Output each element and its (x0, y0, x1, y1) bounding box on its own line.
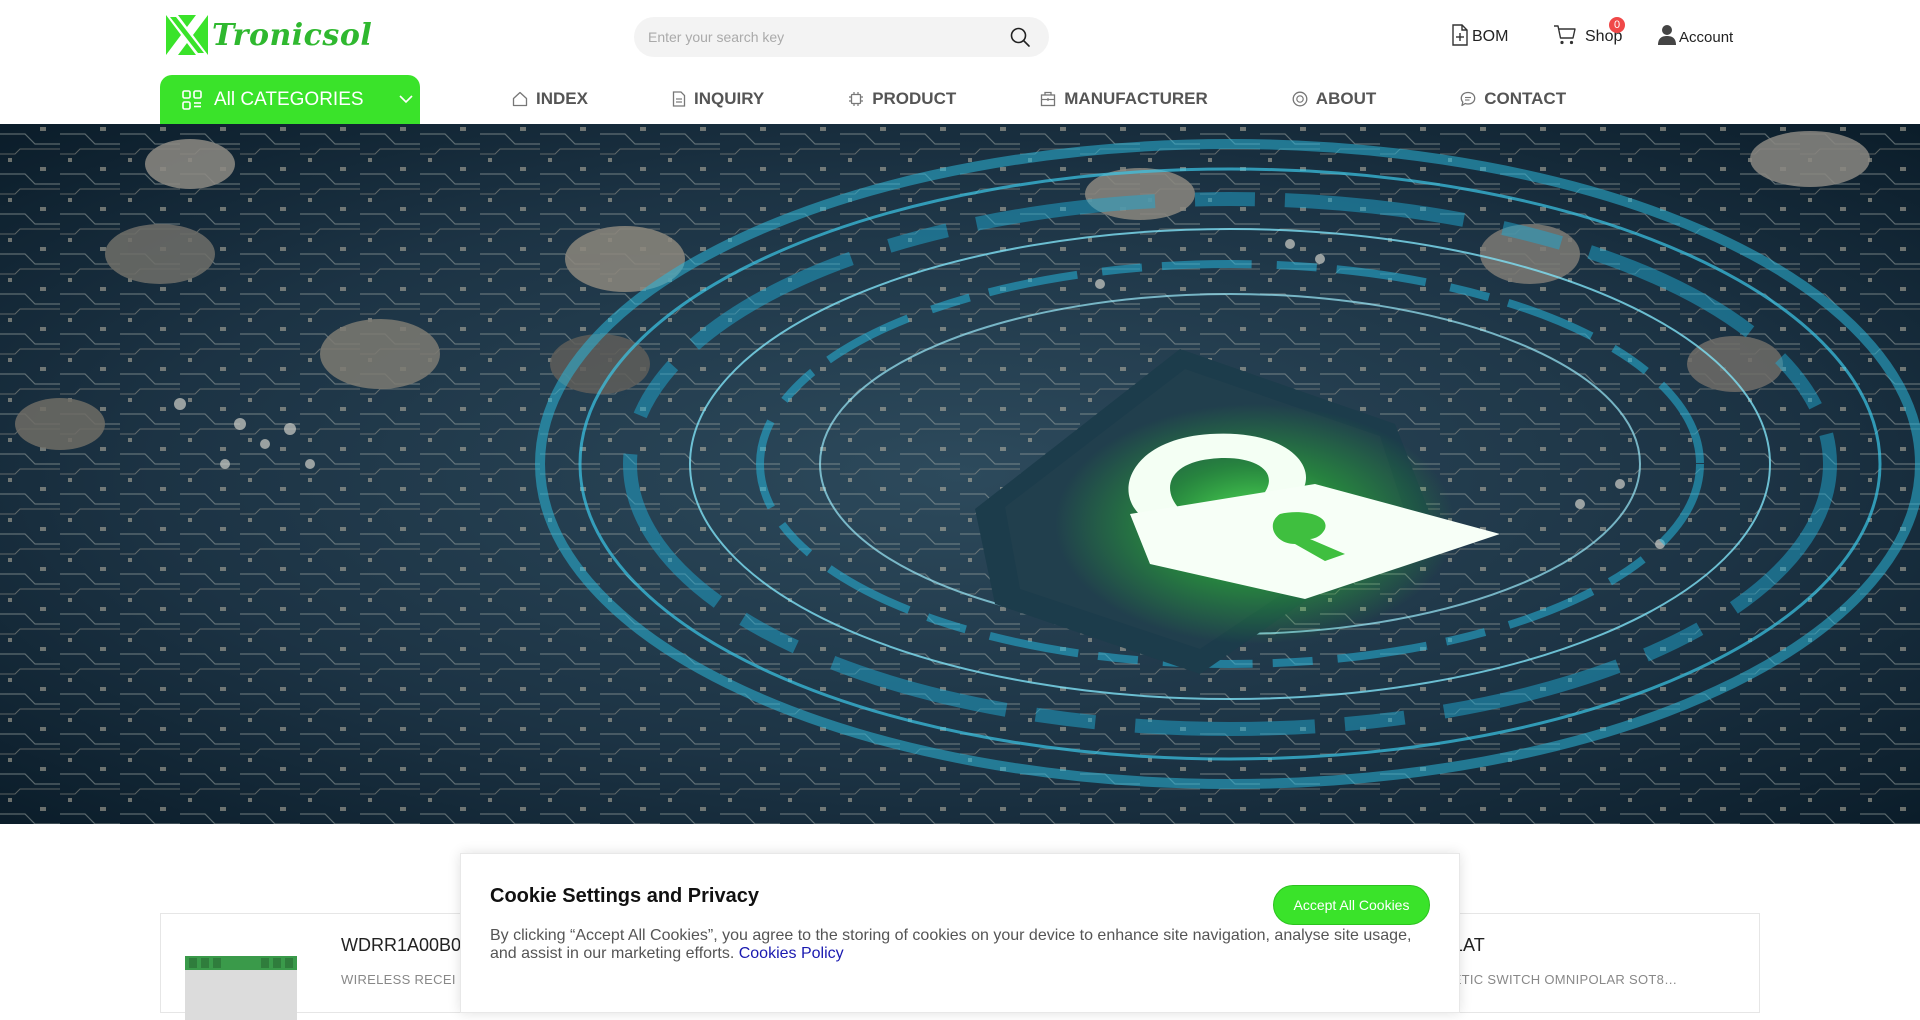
logo-text: Tronicsol (212, 17, 373, 53)
nav-index[interactable]: INDEX (512, 86, 588, 112)
factory-icon (1041, 91, 1056, 107)
nav-inquiry[interactable]: INQUIRY (672, 86, 764, 112)
info-circle-icon (1292, 91, 1308, 107)
chat-icon (1460, 91, 1476, 107)
nav-manufacturer[interactable]: MANUFACTURER (1040, 86, 1208, 112)
search-box (634, 17, 1049, 57)
cart-count-badge: 0 (1609, 17, 1625, 33)
site-header: Tronicsol BOM Shop 0 Account (0, 0, 1920, 124)
product-subtitle: NETIC SWITCH OMNIPOLAR SOT8… (1443, 972, 1678, 987)
product-title[interactable]: WDRR1A00B0 (341, 935, 461, 956)
nav-product-label: PRODUCT (872, 89, 957, 108)
nav-contact-label: CONTACT (1484, 89, 1567, 108)
bom-link[interactable]: BOM (1450, 24, 1508, 46)
chip-icon (849, 92, 864, 106)
chevron-down-icon (399, 95, 413, 104)
product-image[interactable] (181, 950, 303, 1020)
search-icon[interactable] (1009, 26, 1031, 48)
user-icon (1658, 25, 1676, 45)
nav-about[interactable]: ABOUT (1292, 86, 1376, 112)
product-subtitle: WIRELESS RECEI (341, 972, 456, 987)
cookie-text: By clicking “Accept All Cookies”, you ag… (490, 927, 1430, 963)
logo-mark-icon (166, 15, 208, 55)
home-icon (512, 91, 528, 107)
grid-icon (182, 89, 202, 110)
account-label: Account (1679, 29, 1734, 46)
logo[interactable]: Tronicsol (166, 15, 372, 55)
document-icon (672, 91, 686, 107)
cart-icon (1554, 25, 1576, 45)
nav-index-label: INDEX (536, 89, 588, 108)
cookie-message: By clicking “Accept All Cookies”, you ag… (490, 927, 1412, 962)
nav-product[interactable]: PRODUCT (848, 86, 956, 112)
nav-manufacturer-label: MANUFACTURER (1064, 89, 1208, 108)
bom-label: BOM (1472, 28, 1509, 45)
account-link[interactable]: Account (1657, 24, 1733, 46)
cookie-banner: Cookie Settings and Privacy By clicking … (460, 853, 1460, 1013)
accept-all-cookies-button[interactable]: Accept All Cookies (1273, 885, 1430, 925)
nav-contact[interactable]: CONTACT (1460, 86, 1566, 112)
cookies-policy-link[interactable]: Cookies Policy (739, 945, 844, 962)
cookie-title: Cookie Settings and Privacy (490, 885, 759, 907)
hero-banner (0, 124, 1920, 824)
all-categories-label: All CATEGORIES (214, 88, 364, 110)
all-categories-button[interactable]: All CATEGORIES (160, 75, 420, 124)
document-plus-icon (1452, 24, 1468, 46)
nav-about-label: ABOUT (1315, 89, 1377, 108)
search-input[interactable] (648, 17, 988, 57)
nav-inquiry-label: INQUIRY (693, 89, 765, 108)
main-nav: INDEX INQUIRY PRODUCT MANUFACTURER ABOUT… (512, 86, 1566, 112)
hero-circuit-lock-image (0, 124, 1920, 824)
